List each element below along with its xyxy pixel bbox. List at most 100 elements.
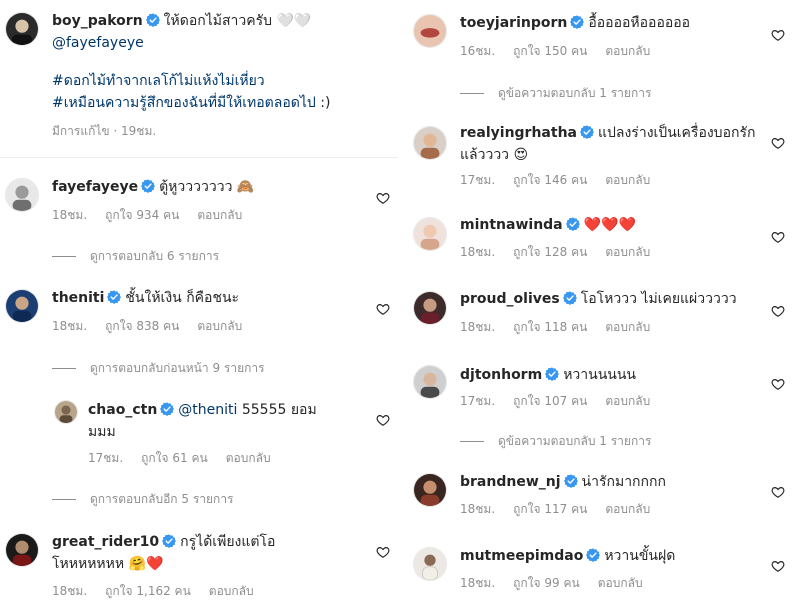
avatar-brandnew-nj[interactable] [413,473,447,507]
avatar-great-rider10[interactable] [5,533,39,567]
comment-time: 18ชม. [52,208,88,222]
comment-meta: 18ชม. ถูกใจ 128 คน ตอบกลับ [460,243,668,262]
comment-likes[interactable]: ถูกใจ 838 คน [105,319,179,333]
comment-time: 18ชม. [460,245,496,259]
avatar-realyingrhatha[interactable] [413,126,447,160]
heart-icon[interactable] [376,545,390,559]
verified-badge-icon [162,534,176,548]
comment-likes[interactable]: ถูกใจ 117 คน [513,502,587,516]
view-more-replies-label[interactable]: ดูการตอบกลับอีก 5 รายการ [90,492,234,506]
view-more-replies-toggle[interactable]: ดูการตอบกลับอีก 5 รายการ [52,490,234,509]
heart-icon[interactable] [771,559,785,573]
view-replies-toggle[interactable]: ดูการตอบกลับ 6 รายการ [52,247,219,266]
hug-heart-emoji: 🤗❤️ [128,556,164,572]
view-previous-replies-toggle[interactable]: ดูการตอบกลับก่อนหน้า 9 รายการ [52,359,265,378]
view-previous-replies-label[interactable]: ดูการตอบกลับก่อนหน้า 9 รายการ [90,361,265,375]
comment-username[interactable]: mintnawinda [460,217,563,233]
comment-text: ชั้นให้เงิน ก็คือชนะ [125,290,240,306]
reply-mention[interactable]: @theniti [178,402,237,418]
comment-theniti: theniti ชั้นให้เงิน ก็คือชนะ [52,287,352,309]
comment-username[interactable]: great_rider10 [52,534,159,550]
comment-meta: 18ชม. ถูกใจ 1,162 คน ตอบกลับ [52,582,272,600]
caption-text: ให้ดอกไม้สาวครับ [163,13,273,29]
comment-text: แปลงร่างเป็นเครื่องบอกรัก [597,125,756,141]
reply-button[interactable]: ตอบกลับ [226,451,271,465]
comment-text-continued: โหหหหหหห [52,556,125,572]
heart-icon[interactable] [771,28,785,42]
comment-username[interactable]: chao_ctn [88,402,157,418]
heart-icon[interactable] [771,304,785,318]
caption-username[interactable]: boy_pakorn [52,13,143,29]
reply-button[interactable]: ตอบกลับ [605,394,650,408]
heart-icon[interactable] [771,230,785,244]
avatar-toeyjarinporn[interactable] [413,14,447,48]
comment-likes[interactable]: ถูกใจ 61 คน [141,451,208,465]
view-reply-toggle[interactable]: ดูข้อความตอบกลับ 1 รายการ [460,84,651,103]
comment-time: 18ชม. [460,502,496,516]
right-comments-column: toeyjarinporn อื้ออออหืออออออ 16ชม. ถูกใจ … [405,0,800,600]
thread-line [52,499,76,500]
comment-realyingrhatha: realyingrhatha แปลงร่างเป็นเครื่องบอกรัก … [460,122,780,166]
comment-likes[interactable]: ถูกใจ 107 คน [513,394,587,408]
reply-button[interactable]: ตอบกลับ [605,320,650,334]
reply-button[interactable]: ตอบกลับ [197,208,242,222]
reply-button[interactable]: ตอบกลับ [598,576,643,590]
comment-time: 17ชม. [460,173,496,187]
heart-icon[interactable] [771,136,785,150]
heart-icon[interactable] [771,485,785,499]
avatar-proud-olives[interactable] [413,291,447,325]
comment-username[interactable]: djtonhorm [460,367,542,383]
reply-button[interactable]: ตอบกลับ [605,245,650,259]
thread-line [460,441,484,442]
view-reply-label[interactable]: ดูข้อความตอบกลับ 1 รายการ [498,434,651,448]
comment-likes[interactable]: ถูกใจ 99 คน [513,576,580,590]
avatar-mintnawinda[interactable] [413,217,447,251]
comment-meta: 17ชม. ถูกใจ 61 คน ตอบกลับ [88,449,289,468]
comment-likes[interactable]: ถูกใจ 934 คน [105,208,179,222]
avatar-mutmeepimdao[interactable] [413,547,447,581]
heart-icon[interactable] [376,302,390,316]
view-replies-label[interactable]: ดูการตอบกลับ 6 รายการ [90,249,219,263]
view-reply-toggle[interactable]: ดูข้อความตอบกลับ 1 รายการ [460,432,651,451]
reply-button[interactable]: ตอบกลับ [605,173,650,187]
comment-likes[interactable]: ถูกใจ 150 คน [513,44,587,58]
caption-hashtag-2[interactable]: #เหมือนความรู้สึกของฉันที่มีให้เทอตลอดไป [52,95,316,111]
comment-username[interactable]: brandnew_nj [460,474,561,490]
comment-username[interactable]: proud_olives [460,291,560,307]
heart-icon[interactable] [376,413,390,427]
comment-meta: 17ชม. ถูกใจ 146 คน ตอบกลับ [460,171,668,190]
verified-badge-icon [160,402,174,416]
comment-username[interactable]: realyingrhatha [460,125,577,141]
avatar-fayefayeye[interactable] [5,178,39,212]
comment-username[interactable]: theniti [52,290,104,306]
avatar-chao-ctn[interactable] [54,400,78,424]
avatar-boy-pakorn[interactable] [5,12,39,46]
verified-badge-icon [586,548,600,562]
reply-button[interactable]: ตอบกลับ [605,502,650,516]
comment-likes[interactable]: ถูกใจ 118 คน [513,320,587,334]
comment-username[interactable]: toeyjarinporn [460,15,567,31]
verified-badge-icon [563,291,577,305]
avatar-djtonhorm[interactable] [413,365,447,399]
avatar-theniti[interactable] [5,289,39,323]
reply-button[interactable]: ตอบกลับ [605,44,650,58]
caption-hashtag-1[interactable]: #ดอกไม้ทำจากเลโก้ไม่แห้งไม่เหี่ยว [52,70,372,92]
reply-button[interactable]: ตอบกลับ [209,584,254,598]
comment-likes[interactable]: ถูกใจ 128 คน [513,245,587,259]
heart-eyes-emoji: 😍 [513,147,529,163]
comment-likes[interactable]: ถูกใจ 146 คน [513,173,587,187]
comment-mutmeepimdao: mutmeepimdao หวานขั้นฝุด [460,545,760,567]
heart-icon[interactable] [376,191,390,205]
view-reply-label[interactable]: ดูข้อความตอบกลับ 1 รายการ [498,86,651,100]
comment-username[interactable]: mutmeepimdao [460,548,583,564]
thread-line [52,256,76,257]
comment-time: 17ชม. [88,451,124,465]
comment-likes[interactable]: ถูกใจ 1,162 คน [105,584,191,598]
heart-icon[interactable] [771,377,785,391]
caption-mention[interactable]: @fayefayeye [52,35,144,51]
reply-chao-ctn: chao_ctn @theniti 55555 ยอม มมม [88,399,358,443]
caption-smiley: :) [315,95,331,111]
comment-mintnawinda: mintnawinda ❤️❤️❤️ [460,214,760,236]
reply-button[interactable]: ตอบกลับ [197,319,242,333]
comment-username[interactable]: fayefayeye [52,179,138,195]
